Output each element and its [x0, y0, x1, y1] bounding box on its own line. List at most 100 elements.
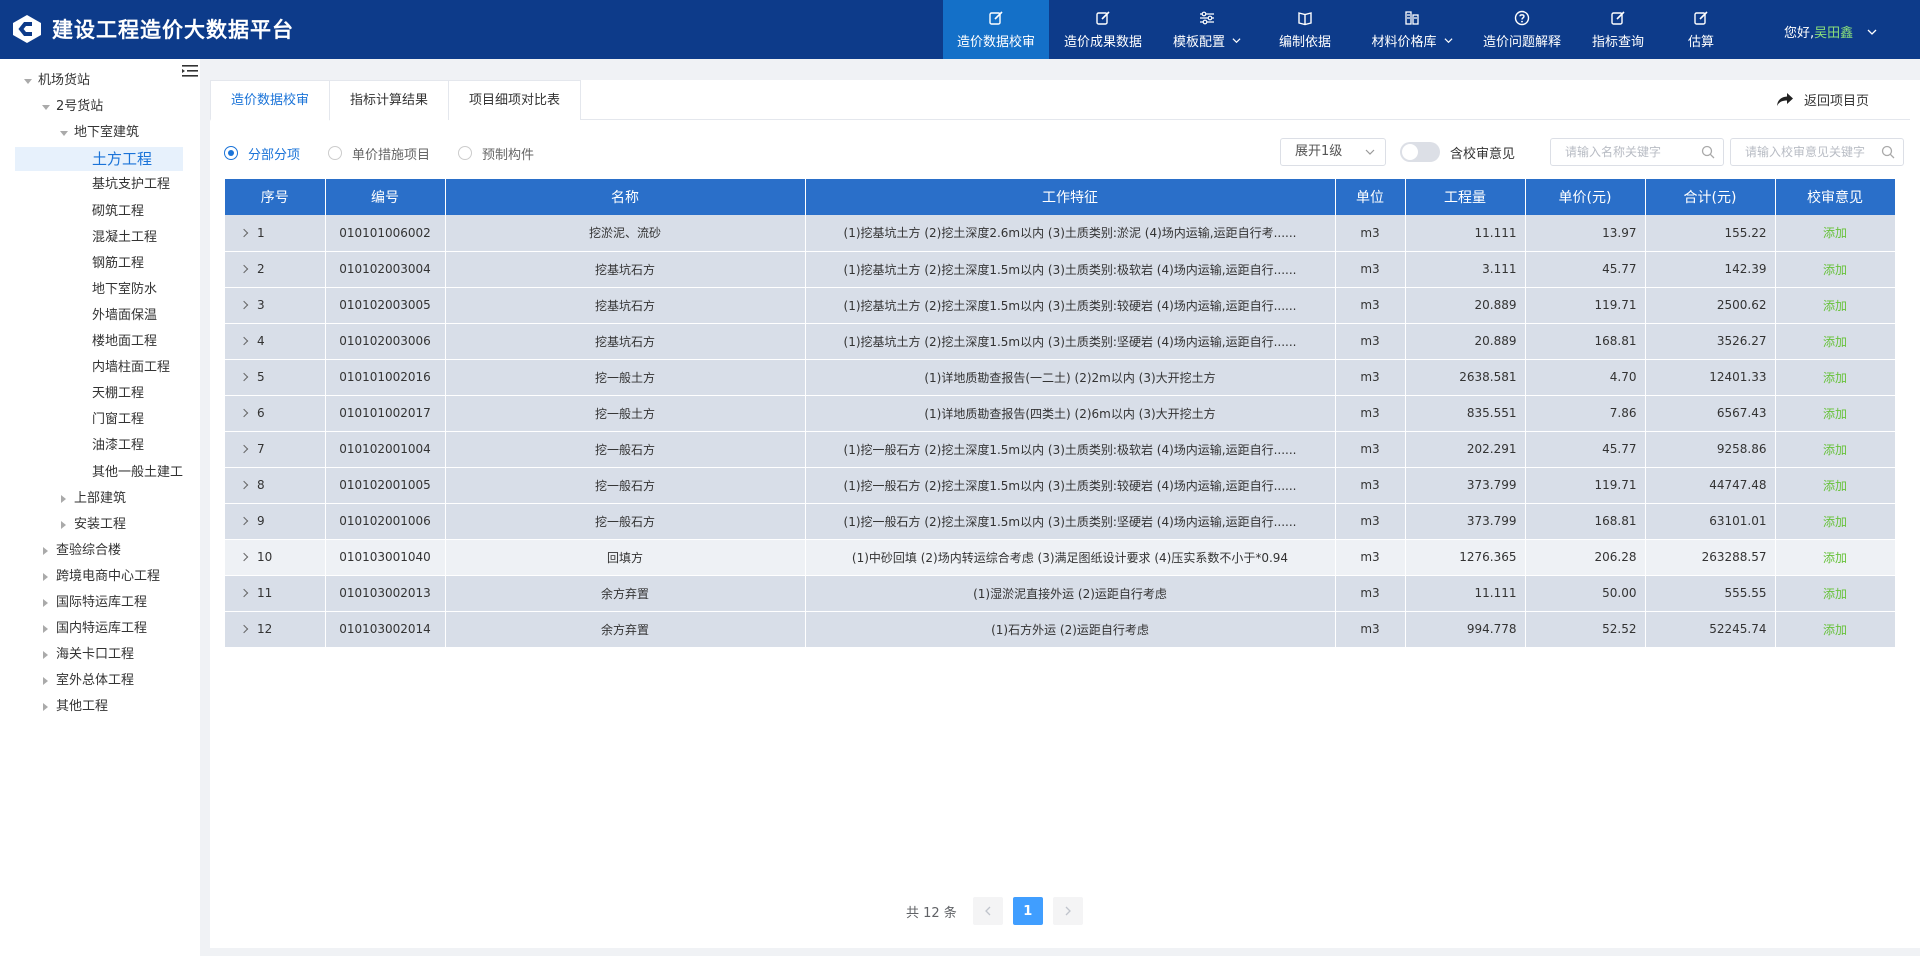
expand-row-icon[interactable] — [239, 516, 249, 526]
expand-row-icon[interactable] — [239, 588, 249, 598]
caret-right-icon[interactable] — [43, 572, 48, 581]
caret-right-icon[interactable] — [43, 546, 48, 555]
table-row[interactable]: 8 010102001005 挖一般石方 (1)挖一般石方 (2)挖土深度1.5m以内… — [225, 467, 1896, 504]
add-opinion-link[interactable]: 添加 — [1775, 323, 1896, 360]
tree-node[interactable]: 机场货站 — [0, 69, 183, 93]
radio-dot-icon[interactable] — [328, 146, 343, 160]
add-opinion-link[interactable]: 添加 — [1775, 467, 1896, 504]
name-search-input[interactable] — [1565, 139, 1705, 165]
opinion-search-input[interactable] — [1745, 139, 1885, 165]
caret-right-icon[interactable] — [61, 494, 66, 503]
table-row[interactable]: 5 010101002016 挖一般土方 (1)详地质勘查报告(一二土) (2)2m以… — [225, 359, 1896, 396]
table-row[interactable]: 7 010102001004 挖一般石方 (1)挖一般石方 (2)挖土深度1.5m以内… — [225, 431, 1896, 468]
caret-right-icon[interactable] — [43, 677, 48, 686]
add-opinion-link[interactable]: 添加 — [1775, 575, 1896, 612]
page-button-current[interactable]: 1 — [1012, 897, 1043, 925]
back-to-project-link[interactable]: 返回项目页 — [1776, 90, 1869, 109]
caret-down-icon[interactable] — [24, 79, 32, 84]
tree-node[interactable]: 海关卡口工程 — [0, 643, 183, 667]
tab-1[interactable]: 指标计算结果 — [329, 80, 450, 120]
nav-item-3[interactable]: 编制依据 — [1257, 0, 1353, 59]
tree-node[interactable]: 国内特运库工程 — [0, 617, 183, 641]
user-menu[interactable]: 您好, 吴田鑫 — [1784, 22, 1877, 41]
expand-row-icon[interactable] — [239, 624, 249, 634]
table-row[interactable]: 10 010103001040 回填方 (1)中砂回填 (2)场内转运综合考虑 (3)… — [225, 539, 1896, 576]
table-row[interactable]: 9 010102001006 挖一般石方 (1)挖一般石方 (2)挖土深度1.5m以内… — [225, 503, 1896, 540]
tree-node[interactable]: 内墙柱面工程 — [0, 356, 183, 380]
caret-down-icon[interactable] — [60, 131, 68, 137]
expand-row-icon[interactable] — [239, 336, 249, 346]
caret-down-icon[interactable] — [42, 105, 50, 111]
add-opinion-link[interactable]: 添加 — [1775, 287, 1896, 324]
add-opinion-link[interactable]: 添加 — [1775, 431, 1896, 468]
tree-node[interactable]: 上部建筑 — [0, 487, 183, 511]
expand-row-icon[interactable] — [239, 228, 249, 237]
caret-right-icon[interactable] — [43, 651, 48, 660]
nav-item-0[interactable]: 造价数据校审 — [943, 0, 1049, 59]
nav-item-1[interactable]: 造价成果数据 — [1049, 0, 1157, 59]
tree-node[interactable]: 混凝土工程 — [0, 226, 183, 250]
tab-2[interactable]: 项目细项对比表 — [448, 80, 582, 120]
radio-dot-icon[interactable] — [458, 146, 473, 160]
add-opinion-link[interactable]: 添加 — [1775, 215, 1896, 252]
nav-item-2[interactable]: 模板配置 — [1157, 0, 1257, 59]
prev-page-button[interactable] — [972, 897, 1003, 925]
nav-item-5[interactable]: 造价问题解释 — [1471, 0, 1573, 59]
table-row[interactable]: 4 010102003006 挖基坑石方 (1)挖基坑土方 (2)挖土深度1.5m以内… — [225, 323, 1896, 360]
table-row[interactable]: 2 010102003004 挖基坑石方 (1)挖基坑土方 (2)挖土深度1.5m以内… — [225, 251, 1896, 288]
add-opinion-link[interactable]: 添加 — [1775, 359, 1896, 396]
add-opinion-link[interactable]: 添加 — [1775, 539, 1896, 576]
search-icon[interactable] — [1701, 145, 1715, 159]
caret-right-icon[interactable] — [43, 599, 48, 607]
search-icon[interactable] — [1881, 145, 1895, 159]
tree-node[interactable]: 2号货站 — [0, 95, 183, 119]
tree-node[interactable]: 地下室建筑 — [0, 121, 183, 145]
expand-row-icon[interactable] — [239, 480, 249, 490]
tree-node[interactable]: 国际特运库工程 — [0, 591, 183, 615]
caret-right-icon[interactable] — [61, 520, 66, 529]
tree-node[interactable]: 基坑支护工程 — [0, 173, 183, 197]
tree-node[interactable]: 门窗工程 — [0, 408, 183, 432]
table-row[interactable]: 3 010102003005 挖基坑石方 (1)挖基坑土方 (2)挖土深度1.5m以内… — [225, 287, 1896, 324]
radio-option-2[interactable]: 预制构件 — [458, 144, 534, 163]
caret-right-icon[interactable] — [43, 625, 48, 634]
expand-row-icon[interactable] — [239, 408, 249, 418]
tree-node[interactable]: 钢筋工程 — [0, 252, 183, 276]
tree-node[interactable]: 楼地面工程 — [0, 330, 183, 354]
radio-dot-icon[interactable] — [224, 146, 238, 160]
add-opinion-link[interactable]: 添加 — [1775, 395, 1896, 432]
radio-option-0[interactable]: 分部分项 — [224, 144, 300, 163]
tree-node[interactable]: 跨境电商中心工程 — [0, 565, 183, 589]
add-opinion-link[interactable]: 添加 — [1775, 611, 1896, 648]
collapse-menu-icon[interactable] — [182, 64, 198, 78]
tree-node[interactable]: 地下室防水 — [0, 278, 183, 302]
tab-0[interactable]: 造价数据校审 — [210, 80, 331, 121]
expand-row-icon[interactable] — [239, 300, 249, 310]
nav-item-7[interactable]: 估算 — [1663, 0, 1739, 59]
table-row[interactable]: 12 010103002014 余方弃置 (1)石方外运 (2)运距自行考虑 m3 994… — [225, 611, 1896, 648]
tree-node[interactable]: 其他一般土建工 — [0, 461, 183, 485]
table-row[interactable]: 11 010103002013 余方弃置 (1)湿淤泥直接外运 (2)运距自行考虑 m3… — [225, 575, 1896, 612]
add-opinion-link[interactable]: 添加 — [1775, 251, 1896, 288]
expand-row-icon[interactable] — [239, 264, 249, 274]
tree-node[interactable]: 砌筑工程 — [0, 200, 183, 224]
tree-node[interactable]: 室外总体工程 — [0, 669, 183, 693]
expand-row-icon[interactable] — [239, 372, 249, 382]
tree-node[interactable]: 天棚工程 — [0, 382, 183, 406]
opinion-toggle[interactable] — [1400, 142, 1440, 162]
expand-level-select[interactable]: 展开1级 — [1280, 138, 1386, 166]
app-logo[interactable]: 建设工程造价大数据平台 — [10, 13, 294, 45]
table-row[interactable]: 1 010101006002 挖淤泥、流砂 (1)挖基坑土方 (2)挖土深度2.6m以… — [225, 215, 1896, 252]
nav-item-6[interactable]: 指标查询 — [1573, 0, 1663, 59]
expand-row-icon[interactable] — [239, 444, 249, 454]
tree-node[interactable]: 查验综合楼 — [0, 539, 183, 563]
nav-item-4[interactable]: 材料价格库 — [1353, 0, 1471, 59]
tree-node[interactable]: 油漆工程 — [0, 434, 183, 458]
caret-right-icon[interactable] — [43, 703, 48, 712]
radio-option-1[interactable]: 单价措施项目 — [328, 144, 430, 163]
add-opinion-link[interactable]: 添加 — [1775, 503, 1896, 540]
tree-node[interactable]: 其他工程 — [0, 695, 183, 719]
next-page-button[interactable] — [1052, 897, 1083, 925]
tree-node[interactable]: 安装工程 — [0, 513, 183, 537]
expand-row-icon[interactable] — [239, 552, 249, 562]
